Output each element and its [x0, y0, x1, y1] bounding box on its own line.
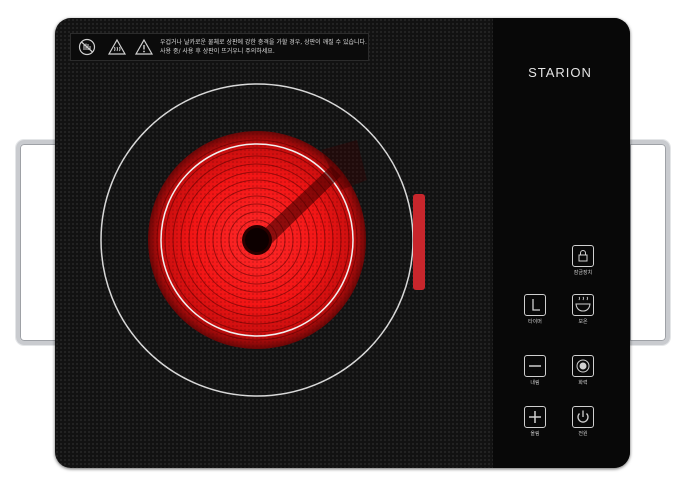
hot-surface-icon: [107, 38, 127, 55]
lock-button[interactable]: [572, 245, 594, 267]
no-hand-touch-icon: [78, 38, 96, 56]
decrease-button[interactable]: [524, 355, 546, 377]
minus-icon: [529, 365, 541, 367]
keep-warm-icon: [575, 296, 591, 312]
plus-icon: [529, 411, 541, 423]
caution-icon: [134, 38, 154, 55]
decrease-label: 내림: [530, 380, 540, 386]
boost-label: 화력: [578, 380, 588, 386]
timer-button[interactable]: [524, 294, 546, 316]
power-button[interactable]: [572, 406, 594, 428]
boost-button[interactable]: [572, 355, 594, 377]
keep-warm-button[interactable]: [572, 294, 594, 316]
brand-logo: STARION: [528, 65, 592, 80]
timer-icon: [532, 299, 540, 311]
timer-label: 타이머: [528, 319, 542, 325]
control-panel: [493, 18, 630, 468]
warning-line-2: 사용 중/ 사용 후 상판이 뜨거우니 주의하세요.: [160, 48, 275, 55]
right-handle: [630, 140, 670, 345]
increase-label: 올림: [530, 431, 540, 437]
warning-text: 우겁거나 날카로운 물체로 상판에 강한 충격을 가할 경우, 상판이 깨질 수…: [160, 38, 367, 56]
boost-icon: [576, 359, 590, 373]
lock-label: 잠금장치: [573, 270, 593, 276]
warning-line-1: 우겁거나 날카로운 물체로 상판에 강한 충격을 가할 경우, 상판이 깨질 수…: [160, 39, 367, 46]
keep-warm-label: 보온: [578, 319, 588, 325]
warning-label: 우겁거나 날카로운 물체로 상판에 강한 충격을 가할 경우, 상판이 깨질 수…: [70, 33, 369, 61]
left-handle: [16, 140, 56, 345]
power-label: 전원: [578, 431, 588, 437]
lock-icon: [578, 250, 588, 262]
power-icon: [577, 410, 589, 423]
burner: [100, 83, 425, 397]
heat-indicator: [413, 194, 425, 290]
increase-button[interactable]: [524, 406, 546, 428]
